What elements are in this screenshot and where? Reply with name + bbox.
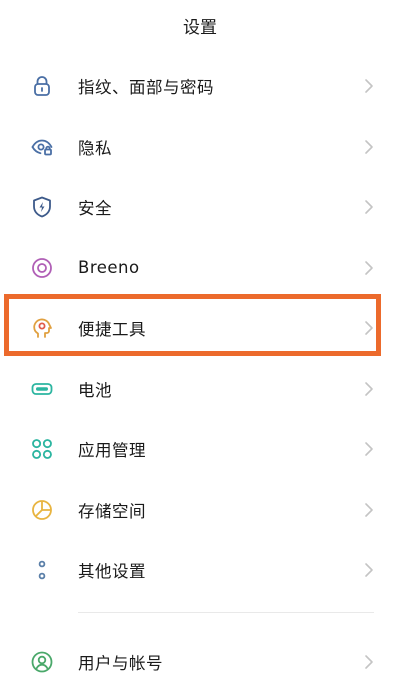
settings-item-label: 安全 (78, 199, 112, 219)
settings-item-user-account[interactable]: 用户与帐号 (0, 632, 400, 693)
battery-icon (30, 377, 54, 401)
settings-item-battery[interactable]: 电池 (0, 359, 400, 420)
settings-item-label: 其他设置 (78, 562, 146, 582)
breeno-ring-icon (30, 256, 54, 280)
settings-item-app-management[interactable]: 应用管理 (0, 419, 400, 480)
settings-item-storage[interactable]: 存储空间 (0, 480, 400, 541)
lock-icon (30, 74, 54, 98)
settings-item-convenience-tools[interactable]: 便捷工具 (0, 298, 400, 359)
settings-item-breeno[interactable]: Breeno (0, 238, 400, 299)
chevron-right-icon (364, 78, 374, 94)
chevron-right-icon (364, 441, 374, 457)
settings-item-privacy[interactable]: 隐私 (0, 117, 400, 178)
chevron-right-icon (364, 260, 374, 276)
settings-item-label: 隐私 (78, 138, 112, 158)
settings-item-security[interactable]: 安全 (0, 177, 400, 238)
settings-item-label: 用户与帐号 (78, 654, 163, 674)
settings-item-label: 电池 (78, 380, 112, 400)
chevron-right-icon (364, 320, 374, 336)
chevron-right-icon (364, 654, 374, 670)
chevron-right-icon (364, 502, 374, 518)
head-tool-icon (30, 316, 54, 340)
settings-item-label: 存储空间 (78, 501, 146, 521)
settings-item-label: 应用管理 (78, 441, 146, 461)
pie-storage-icon (30, 498, 54, 522)
chevron-right-icon (364, 199, 374, 215)
app-grid-icon (30, 437, 54, 461)
chevron-right-icon (364, 381, 374, 397)
settings-item-label: 指纹、面部与密码 (78, 78, 214, 98)
section-divider (78, 612, 374, 613)
eye-lock-icon (30, 135, 54, 159)
settings-item-fingerprint-face-password[interactable]: 指纹、面部与密码 (0, 56, 400, 117)
dots-more-icon (30, 558, 54, 582)
settings-item-label: Breeno (78, 258, 140, 278)
shield-bolt-icon (30, 195, 54, 219)
settings-item-label: 便捷工具 (78, 320, 146, 340)
user-account-icon (30, 650, 54, 674)
settings-item-other-settings[interactable]: 其他设置 (0, 540, 400, 601)
page-title: 设置 (183, 17, 217, 38)
page-header: 设置 (0, 0, 400, 50)
chevron-right-icon (364, 139, 374, 155)
chevron-right-icon (364, 562, 374, 578)
